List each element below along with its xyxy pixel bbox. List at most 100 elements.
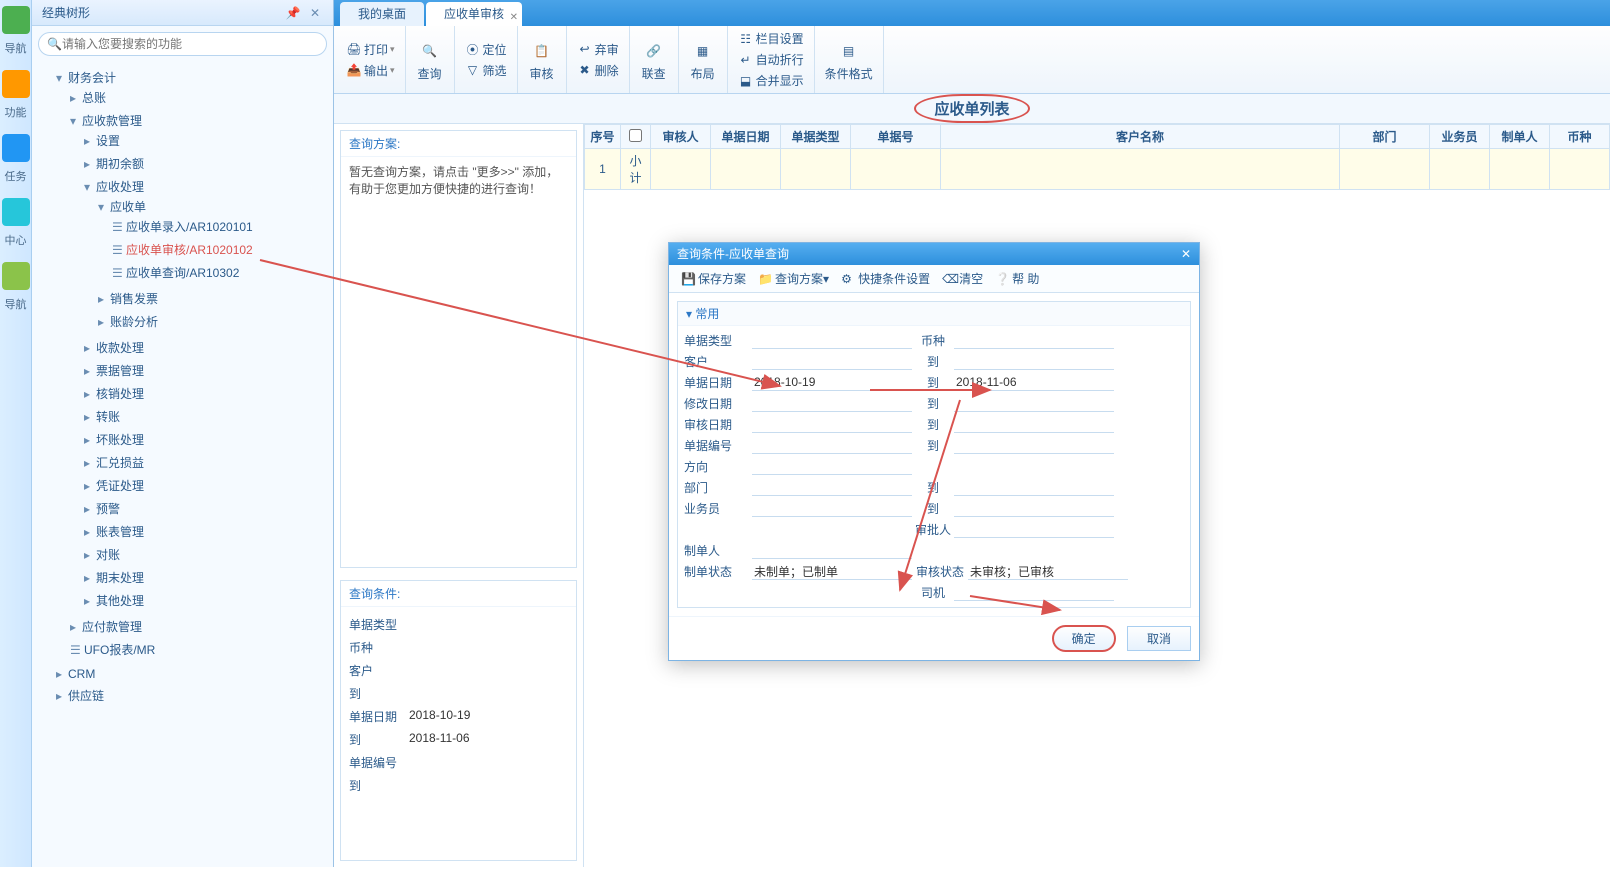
tree-node[interactable]: 账龄分析 <box>110 315 158 329</box>
maker-input[interactable] <box>752 542 912 559</box>
col-currency[interactable]: 币种 <box>1550 125 1610 149</box>
col-docdate[interactable]: 单据日期 <box>711 125 781 149</box>
filter-button[interactable]: ▽筛选 <box>461 60 511 81</box>
tree-leaf[interactable]: 应收单查询/AR10302 <box>126 266 239 280</box>
column-settings-button[interactable]: ☷栏目设置 <box>734 28 808 49</box>
chevron-right-icon[interactable]: ▸ <box>56 689 68 703</box>
relate-button[interactable]: 🔗联查 <box>636 35 672 84</box>
auditdate-to-input[interactable] <box>954 416 1114 433</box>
condformat-button[interactable]: ▤条件格式 <box>821 35 877 84</box>
chevron-right-icon[interactable]: ▸ <box>70 91 82 105</box>
auditdate-from-input[interactable] <box>752 416 912 433</box>
ok-button[interactable]: 确定 <box>1052 625 1116 652</box>
col-auditor[interactable]: 审核人 <box>651 125 711 149</box>
clear-button[interactable]: ⌫清空 <box>936 270 989 287</box>
tree-node[interactable]: 汇兑损益 <box>96 456 144 470</box>
tree-leaf-selected[interactable]: 应收单审核/AR1020102 <box>126 243 253 257</box>
chevron-right-icon[interactable]: ▸ <box>84 525 96 539</box>
tree-node[interactable]: 销售发票 <box>110 292 158 306</box>
audit-button[interactable]: 📋审核 <box>524 35 560 84</box>
chevron-right-icon[interactable]: ▸ <box>84 479 96 493</box>
output-button[interactable]: 📤输出▾ <box>342 60 399 81</box>
query-button[interactable]: 🔍查询 <box>412 35 448 84</box>
tree-node[interactable]: 供应链 <box>68 689 104 703</box>
sales-from-input[interactable] <box>752 500 912 517</box>
tree-node[interactable]: 核销处理 <box>96 387 144 401</box>
select-all-checkbox[interactable] <box>629 129 642 142</box>
auditstate-input[interactable] <box>968 563 1128 580</box>
tree-node[interactable]: 其他处理 <box>96 594 144 608</box>
dept-to-input[interactable] <box>954 479 1114 496</box>
print-button[interactable]: 🖨打印▾ <box>342 39 399 60</box>
rail-icon[interactable] <box>2 6 30 34</box>
tree-node[interactable]: 转账 <box>96 410 120 424</box>
tree-node[interactable]: 设置 <box>96 134 120 148</box>
tab-desktop[interactable]: 我的桌面 <box>340 2 424 26</box>
moddate-from-input[interactable] <box>752 395 912 412</box>
tree-node[interactable]: 期末处理 <box>96 571 144 585</box>
docdate-from-input[interactable] <box>752 374 912 391</box>
approver-input[interactable] <box>954 521 1114 538</box>
chevron-right-icon[interactable]: ▸ <box>84 571 96 585</box>
cancel-button[interactable]: 取消 <box>1127 626 1191 651</box>
chevron-right-icon[interactable]: ▸ <box>84 594 96 608</box>
chevron-right-icon[interactable]: ▸ <box>84 364 96 378</box>
chevron-right-icon[interactable]: ▸ <box>84 548 96 562</box>
tree-leaf[interactable]: UFO报表/MR <box>84 643 155 657</box>
makestate-input[interactable] <box>752 563 912 580</box>
close-icon[interactable]: ✕ <box>1181 243 1191 265</box>
docno-to-input[interactable] <box>954 437 1114 454</box>
abandon-button[interactable]: ↩弃审 <box>573 39 623 60</box>
col-docno[interactable]: 单据号 <box>851 125 941 149</box>
tree-node[interactable]: 账表管理 <box>96 525 144 539</box>
close-icon[interactable]: ✕ <box>307 6 323 20</box>
chevron-right-icon[interactable]: ▸ <box>84 456 96 470</box>
chevron-right-icon[interactable]: ▸ <box>70 620 82 634</box>
currency-input[interactable] <box>954 332 1114 349</box>
tree-node[interactable]: 总账 <box>82 91 106 105</box>
chevron-right-icon[interactable]: ▸ <box>84 410 96 424</box>
tree-node[interactable]: 坏账处理 <box>96 433 144 447</box>
tree-node[interactable]: 应收处理 <box>96 180 144 194</box>
fieldset-header[interactable]: ▾ 常用 <box>678 302 1190 326</box>
search-input[interactable] <box>62 37 318 51</box>
direction-input[interactable] <box>752 458 912 475</box>
col-maker[interactable]: 制单人 <box>1490 125 1550 149</box>
chevron-right-icon[interactable]: ▸ <box>98 315 110 329</box>
layout-button[interactable]: ▦布局 <box>685 35 721 84</box>
col-doctype[interactable]: 单据类型 <box>781 125 851 149</box>
chevron-down-icon[interactable]: ▾ <box>56 71 68 85</box>
chevron-down-icon[interactable]: ▾ <box>98 200 110 214</box>
tree-node[interactable]: CRM <box>68 667 95 681</box>
tree-node[interactable]: 凭证处理 <box>96 479 144 493</box>
rail-icon[interactable] <box>2 134 30 162</box>
col-checkbox[interactable] <box>621 125 651 149</box>
chevron-right-icon[interactable]: ▸ <box>84 157 96 171</box>
chevron-down-icon[interactable]: ▾ <box>84 180 96 194</box>
moddate-to-input[interactable] <box>954 395 1114 412</box>
pin-icon[interactable]: 📌 <box>283 6 304 20</box>
doctype-input[interactable] <box>752 332 912 349</box>
col-seq[interactable]: 序号 <box>585 125 621 149</box>
sales-to-input[interactable] <box>954 500 1114 517</box>
col-sales[interactable]: 业务员 <box>1430 125 1490 149</box>
delete-button[interactable]: ✖删除 <box>573 60 623 81</box>
tree-node[interactable]: 收款处理 <box>96 341 144 355</box>
chevron-right-icon[interactable]: ▸ <box>84 502 96 516</box>
chevron-right-icon[interactable]: ▸ <box>84 134 96 148</box>
tree-leaf[interactable]: 应收单录入/AR1020101 <box>126 220 253 234</box>
chevron-down-icon[interactable]: ▾ <box>70 114 82 128</box>
search-box[interactable]: 🔍 <box>38 32 327 56</box>
autowrap-button[interactable]: ↵自动折行 <box>734 49 808 70</box>
tree-node[interactable]: 票据管理 <box>96 364 144 378</box>
customer-to-input[interactable] <box>954 353 1114 370</box>
locate-button[interactable]: ⦿定位 <box>461 39 511 60</box>
merge-button[interactable]: ⬓合并显示 <box>734 70 808 91</box>
tree-node[interactable]: 财务会计 <box>68 71 116 85</box>
col-dept[interactable]: 部门 <box>1340 125 1430 149</box>
save-scheme-button[interactable]: 💾保存方案 <box>675 270 752 287</box>
chevron-right-icon[interactable]: ▸ <box>98 292 110 306</box>
chevron-right-icon[interactable]: ▸ <box>56 667 68 681</box>
col-customer[interactable]: 客户名称 <box>941 125 1340 149</box>
chevron-right-icon[interactable]: ▸ <box>84 433 96 447</box>
